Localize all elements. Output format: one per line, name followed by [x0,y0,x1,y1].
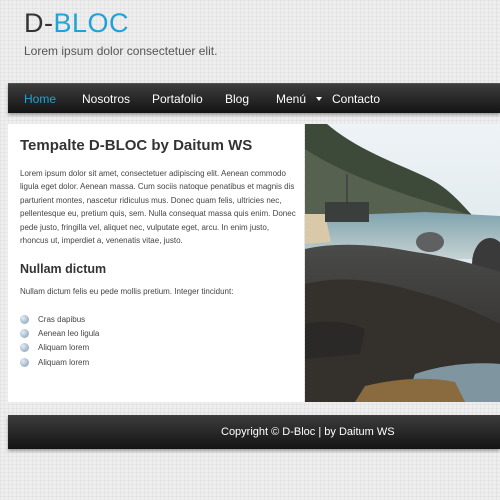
bullet-icon [20,314,29,324]
nav-item-nosotros[interactable]: Nosotros [82,92,130,106]
bullet-icon [20,357,29,367]
section-subtitle: Nullam dictum [20,262,107,276]
nav-item-contacto[interactable]: Contacto [332,92,380,106]
page-title: Tempalte D-BLOC by Daitum WS [20,137,253,154]
nav-item-home[interactable]: Home [24,92,56,106]
bullet-list: Cras dapibus Aenean leo ligula Aliquam l… [20,312,99,369]
intro-paragraph: Lorem ipsum dolor sit amet, consectetuer… [20,169,296,246]
copyright-text: Copyright © D-Bloc | by Daitum WS [221,426,395,438]
logo-part-1: D- [24,8,54,38]
list-item-label: Cras dapibus [38,314,86,324]
list-item: Cras dapibus [20,312,99,326]
nav-item-blog[interactable]: Blog [225,92,249,106]
chevron-down-icon[interactable] [316,97,322,101]
list-item-label: Aliquam lorem [38,357,90,367]
list-item: Aliquam lorem [20,355,99,369]
hero-image [305,124,500,402]
section-paragraph: Nullam dictum felis eu pede mollis preti… [20,287,234,296]
bullet-icon [20,328,29,338]
list-item: Aliquam lorem [20,341,99,355]
site-logo[interactable]: D-BLOC [24,8,129,39]
list-item-label: Aliquam lorem [38,343,90,353]
list-item-label: Aenean leo ligula [38,328,100,338]
list-item: Aenean leo ligula [20,326,99,340]
nav-item-portafolio[interactable]: Portafolio [152,92,203,106]
main-nav: Home Nosotros Portafolio Blog Menú Conta… [8,83,500,113]
bullet-icon [20,343,29,353]
site-footer: Copyright © D-Bloc | by Daitum WS [8,415,500,449]
site-tagline: Lorem ipsum dolor consectetuer elit. [24,44,218,58]
main-content: Tempalte D-BLOC by Daitum WS Lorem ipsum… [8,124,304,402]
nav-item-menu[interactable]: Menú [276,92,306,106]
logo-part-2: BLOC [53,8,130,38]
